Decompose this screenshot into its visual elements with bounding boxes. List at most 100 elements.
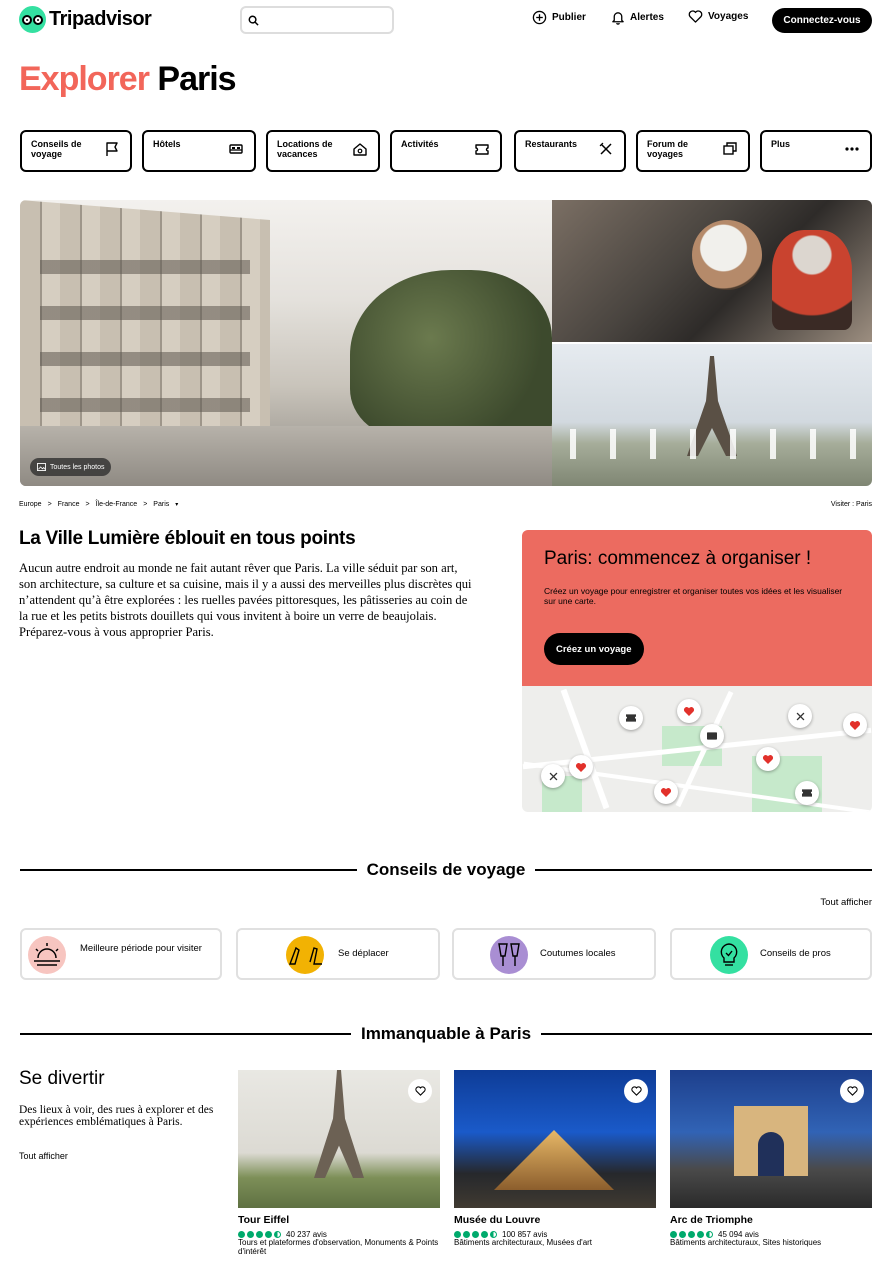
photo-windows (40, 240, 250, 440)
map-pin-bed-icon[interactable] (700, 724, 724, 748)
category-label: Forum de voyages (647, 139, 689, 159)
trips-label: Voyages (708, 11, 749, 22)
rating-bubble (472, 1231, 479, 1238)
rating-bubble (274, 1231, 281, 1238)
create-trip-button[interactable]: Créez un voyage (544, 633, 644, 665)
category-label: Hôtels (153, 139, 181, 149)
attraction-category: Bâtiments architecturaux, Musées d'art (454, 1238, 593, 1247)
tripadvisor-logo[interactable]: Tripadvisor (19, 6, 152, 33)
breadcrumb-separator: > (47, 501, 52, 508)
card-image-eiffel[interactable] (238, 1070, 440, 1208)
page-title: Explorer Paris (19, 60, 237, 99)
hero-photo-street[interactable] (20, 200, 552, 486)
photo-rider (692, 220, 762, 290)
rating-bubble (688, 1231, 695, 1238)
sunrise-icon (28, 936, 66, 974)
save-button[interactable] (624, 1079, 648, 1103)
tip-pro-advice[interactable]: Conseils de pros (670, 928, 872, 980)
trip-planner-description: Créez un voyage pour enregistrer et orga… (544, 586, 843, 606)
breadcrumb: Europe > France > Île-de-France > Paris ▾ (19, 501, 178, 508)
tip-getting-around[interactable]: Se déplacer (236, 928, 440, 980)
publish-button[interactable]: Publier (532, 10, 586, 25)
photo-tower (314, 1070, 364, 1178)
unmissable-heading: Immanquable à Paris (20, 1024, 873, 1044)
trip-planner-title: Paris: commencez à organiser ! (544, 548, 812, 569)
breadcrumb-item[interactable]: Paris (153, 501, 169, 508)
all-photos-button[interactable]: Toutes les photos (30, 458, 112, 476)
card-image-arc[interactable] (670, 1070, 872, 1208)
heading-rule (541, 1033, 873, 1035)
save-button[interactable] (408, 1079, 432, 1103)
breadcrumb-item[interactable]: France (58, 501, 80, 508)
about-text: Aucun autre endroit au monde ne fait aut… (19, 561, 472, 639)
photo-road (20, 426, 552, 486)
tip-best-time[interactable]: Meilleure période pour visiter (20, 928, 222, 980)
map-pin-heart-icon[interactable] (843, 713, 867, 737)
category-label: Conseils de voyage (31, 139, 82, 159)
rating-bubble (256, 1231, 263, 1238)
photo-eiffel-tower[interactable] (552, 344, 872, 486)
heading-rule (20, 1033, 351, 1035)
breadcrumb-item[interactable]: Île-de-France (96, 501, 138, 508)
map-pin-heart-icon[interactable] (569, 755, 593, 779)
publish-label: Publier (552, 12, 586, 23)
photo-fountains (552, 429, 872, 459)
top-header: Tripadvisor Publier Alertes Voyages Conn… (0, 0, 894, 40)
about-title: La Ville Lumière éblouit en tous points (19, 528, 356, 549)
caret-down-icon[interactable]: ▾ (175, 501, 178, 508)
attraction-category: Tours et plateformes d'observation, Monu… (238, 1238, 439, 1256)
tip-label: Se déplacer (338, 948, 389, 959)
attraction-name[interactable]: Tour Eiffel (238, 1214, 289, 1226)
save-button[interactable] (840, 1079, 864, 1103)
rating-bubble (454, 1231, 461, 1238)
tip-label: Coutumes locales (540, 948, 616, 959)
house-icon (353, 143, 367, 156)
map-pin-heart-icon[interactable] (677, 699, 701, 723)
rating-bubble (238, 1231, 245, 1238)
rating-bubble (463, 1231, 470, 1238)
attraction-name[interactable]: Arc de Triomphe (670, 1214, 753, 1226)
logo-text: Tripadvisor (49, 8, 152, 30)
tip-label: Conseils de pros (760, 948, 831, 959)
category-vacation-rentals[interactable]: Locations de vacances (266, 130, 380, 172)
lightbulb-icon (710, 936, 748, 974)
travel-tips-title: Conseils de voyage (366, 860, 526, 879)
category-travel-forum[interactable]: Forum de voyages (636, 130, 750, 172)
breadcrumb-separator: > (143, 501, 148, 508)
category-activities[interactable]: Activités (390, 130, 502, 172)
heart-icon (630, 1086, 642, 1096)
tips-see-all-link[interactable]: Tout afficher (820, 897, 872, 908)
owl-logo-icon (19, 6, 46, 33)
map-pin-heart-icon[interactable] (654, 780, 678, 804)
category-more[interactable]: Plus (760, 130, 872, 172)
search-box[interactable] (240, 6, 394, 34)
category-travel-tips[interactable]: Conseils de voyage (20, 130, 132, 172)
footprints-icon (286, 936, 324, 974)
attraction-category: Bâtiments architecturaux, Sites historiq… (670, 1238, 822, 1247)
trips-button[interactable]: Voyages (688, 10, 748, 23)
card-image-louvre[interactable] (454, 1070, 656, 1208)
photo-arch (734, 1106, 808, 1176)
bed-icon (229, 144, 243, 154)
attraction-name[interactable]: Musée du Louvre (454, 1214, 540, 1226)
tip-local-customs[interactable]: Coutumes locales (452, 928, 656, 980)
login-button[interactable]: Connectez-vous (772, 8, 872, 33)
unmissable-title: Immanquable à Paris (360, 1024, 532, 1043)
photo-motorbike[interactable] (552, 200, 872, 342)
map-pin-ticket-icon[interactable] (619, 706, 643, 730)
alerts-button[interactable]: Alertes (611, 10, 664, 25)
rating-bubble (247, 1231, 254, 1238)
map-pin-ticket-icon[interactable] (795, 781, 819, 805)
entertainment-see-all-link[interactable]: Tout afficher (19, 1151, 68, 1161)
visit-link[interactable]: Visiter : Paris (831, 501, 872, 508)
map-pin-heart-icon[interactable] (756, 747, 780, 771)
category-hotels[interactable]: Hôtels (142, 130, 256, 172)
plus-circle-icon (532, 10, 547, 25)
map-pin-fork-knife-icon[interactable] (788, 704, 812, 728)
map-pin-fork-knife-icon[interactable] (541, 764, 565, 788)
trip-map[interactable] (522, 686, 872, 812)
chat-icon (723, 142, 737, 155)
category-restaurants[interactable]: Restaurants (514, 130, 626, 172)
search-input[interactable] (263, 14, 383, 26)
breadcrumb-item[interactable]: Europe (19, 501, 42, 508)
